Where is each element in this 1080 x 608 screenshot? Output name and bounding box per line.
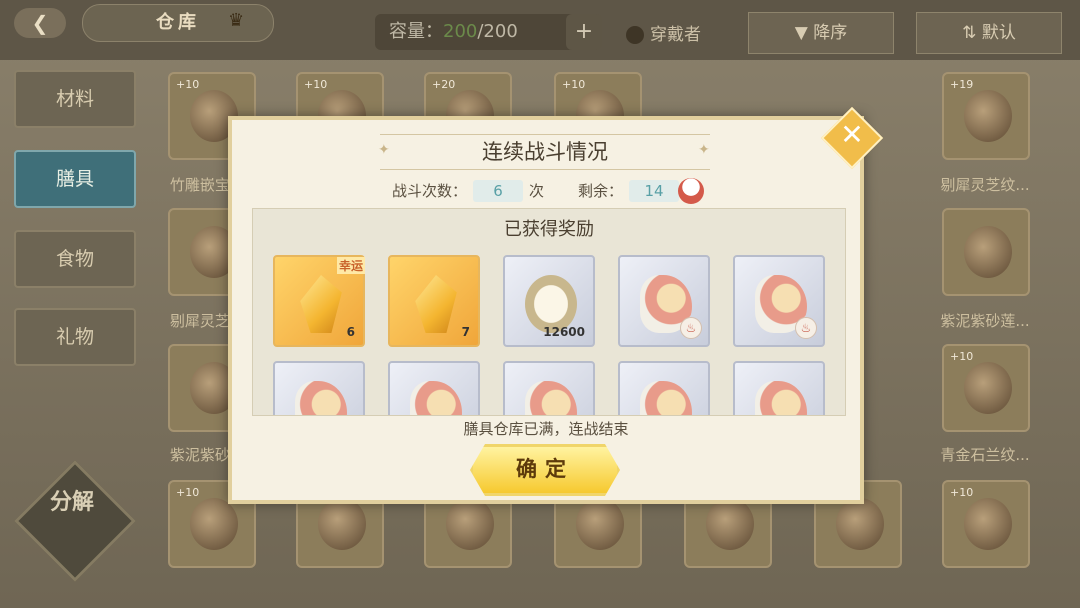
item-card[interactable] — [942, 208, 1030, 296]
crown-icon: ♛ — [228, 10, 245, 31]
spoon-spirit-icon — [410, 381, 462, 415]
reward-item[interactable]: 12600 — [503, 255, 595, 347]
title-ornament-icon: ✦ — [698, 142, 710, 158]
reward-item[interactable] — [388, 361, 480, 415]
remaining-label: 剩余： — [578, 182, 624, 200]
item-level: +10 — [950, 486, 974, 499]
back-button[interactable]: ❮ — [14, 8, 66, 38]
item-art — [964, 362, 1012, 414]
reward-item[interactable]: ♨ — [618, 255, 710, 347]
battle-count-label: 战斗次数： — [392, 182, 468, 200]
sidebar-item-materials[interactable]: 材料 — [14, 70, 136, 128]
item-level: +10 — [304, 78, 328, 91]
item-name: 剔犀灵芝纹... — [940, 176, 1030, 194]
radio-icon — [626, 26, 644, 44]
page-title: 仓库 — [82, 4, 274, 42]
sidebar-item-label: 食物 — [55, 248, 94, 270]
reward-item[interactable]: 7 — [388, 255, 480, 347]
expand-capacity-button[interactable]: + — [566, 14, 602, 50]
gold-crystal-icon — [415, 275, 457, 333]
rewards-panel: 已获得奖励 幸运 6 7 12600 ♨ ♨ — [252, 208, 846, 416]
dialog-title: 连续战斗情况 — [380, 134, 710, 170]
reward-item[interactable] — [733, 361, 825, 415]
capacity-total: /200 — [477, 21, 518, 42]
item-art — [836, 498, 884, 550]
back-arrow-icon: ❮ — [31, 11, 49, 35]
sidebar-item-label: 礼物 — [55, 326, 94, 348]
bowl-spirit-icon — [755, 381, 807, 415]
sidebar-item-label: 材料 — [55, 88, 94, 110]
item-level: +10 — [176, 78, 200, 91]
battle-result-dialog: ✦ 连续战斗情况 ✦ 战斗次数： 6 次 剩余： 14 已获得奖励 幸运 6 7 12… — [228, 116, 864, 504]
reward-item[interactable] — [503, 361, 595, 415]
spoon-type-icon: ♨ — [795, 317, 817, 339]
sort-order-label: 降序 — [813, 23, 848, 43]
item-level: +10 — [176, 486, 200, 499]
reward-item[interactable] — [273, 361, 365, 415]
battle-count-value: 6 — [473, 180, 524, 202]
sidebar-item-gifts[interactable]: 礼物 — [14, 308, 136, 366]
item-art — [446, 498, 494, 550]
reward-item[interactable] — [618, 361, 710, 415]
item-card[interactable]: +19 — [942, 72, 1030, 160]
wearer-toggle[interactable]: 穿戴者 — [626, 20, 701, 45]
close-icon: ✕ — [840, 118, 864, 151]
item-art — [576, 498, 624, 550]
item-art — [190, 498, 238, 550]
sidebar-item-tableware[interactable]: 膳具 — [14, 150, 136, 208]
plus-icon: + — [574, 19, 594, 44]
battle-end-message: 膳具仓库已满，连战结束 — [463, 420, 629, 438]
item-level: +10 — [950, 350, 974, 363]
spoon-spirit-icon — [525, 381, 577, 415]
gold-crystal-icon — [300, 275, 342, 333]
sort-mode-label: 默认 — [981, 23, 1016, 43]
reward-count: 12600 — [543, 325, 585, 339]
remaining-value: 14 — [629, 180, 680, 202]
sort-mode-button[interactable]: ⇅ 默认 — [916, 12, 1062, 54]
reward-item[interactable]: ♨ — [733, 255, 825, 347]
item-card[interactable]: +10 — [942, 480, 1030, 568]
item-art — [964, 498, 1012, 550]
decompose-label: 分解 — [50, 490, 95, 515]
item-name: 紫泥紫砂莲... — [940, 312, 1030, 330]
rewards-title: 已获得奖励 — [504, 219, 594, 240]
item-art — [964, 90, 1012, 142]
reward-item[interactable]: 幸运 6 — [273, 255, 365, 347]
item-level: +10 — [562, 78, 586, 91]
battle-count-unit: 次 — [529, 182, 545, 200]
item-art — [964, 226, 1012, 278]
rice-bowl-icon — [678, 178, 704, 204]
item-name: 青金石兰纹... — [940, 446, 1030, 464]
spoon-type-icon: ♨ — [680, 317, 702, 339]
sort-order-button[interactable]: ▼ 降序 — [748, 12, 894, 54]
wearer-label: 穿戴者 — [650, 25, 701, 45]
reward-count: 7 — [461, 325, 470, 339]
remaining-count: 剩余： 14 — [578, 180, 685, 202]
sidebar-item-label: 膳具 — [55, 168, 94, 190]
battle-count: 战斗次数： 6 次 — [392, 180, 544, 202]
item-art — [706, 498, 754, 550]
capacity-label: 容量： — [389, 21, 443, 42]
spoon-spirit-icon — [640, 381, 692, 415]
item-card[interactable]: +10 — [942, 344, 1030, 432]
sidebar-item-food[interactable]: 食物 — [14, 230, 136, 288]
item-art — [318, 498, 366, 550]
lucky-badge: 幸运 — [336, 257, 365, 274]
reward-count: 6 — [346, 325, 355, 339]
item-level: +19 — [950, 78, 974, 91]
item-level: +20 — [432, 78, 456, 91]
capacity-used: 200 — [443, 21, 478, 42]
top-bar: ❮ 仓库 ♛ 容量：200/200 + 穿戴者 ▼ 降序 ⇅ 默认 — [0, 0, 1080, 60]
confirm-button[interactable]: 确定 — [470, 444, 620, 496]
spoon-spirit-icon — [295, 381, 347, 415]
